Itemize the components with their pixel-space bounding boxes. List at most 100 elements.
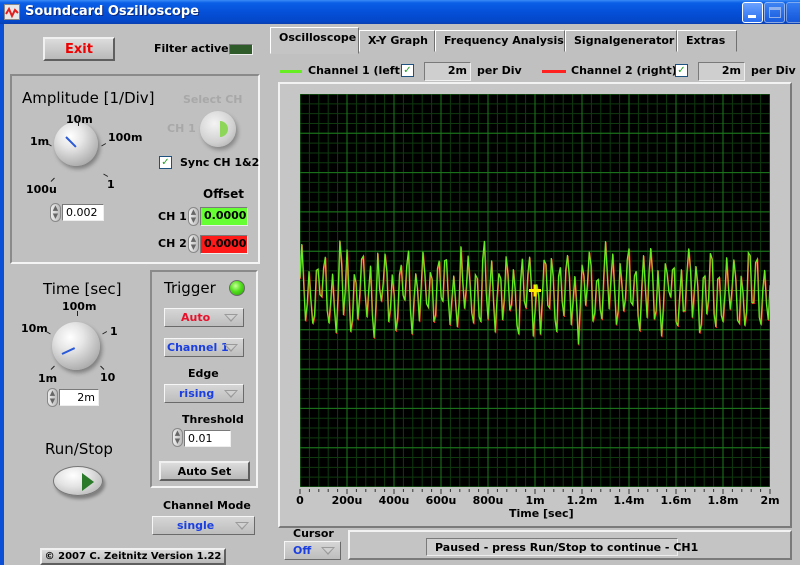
time-label-100m: 100m	[62, 300, 97, 313]
exit-label: Exit	[65, 42, 93, 57]
amplitude-value: 0.002	[66, 206, 98, 219]
tab-frequency-analysis[interactable]: Frequency Analysis	[435, 30, 565, 52]
auto-set-label: Auto Set	[177, 465, 232, 478]
oscilloscope-plot[interactable]	[300, 94, 770, 487]
edge-dropdown[interactable]: rising	[164, 384, 244, 403]
cursor-dropdown[interactable]: Off	[284, 541, 341, 560]
amp-label-100m: 100m	[108, 131, 143, 144]
tab-oscilloscope[interactable]: Oscilloscope	[270, 27, 359, 54]
amplitude-value-field[interactable]: 0.002	[62, 204, 104, 221]
knob-tick	[50, 365, 55, 370]
amp-label-1: 1	[107, 178, 115, 191]
x-tick-label: 400u	[379, 494, 410, 507]
filter-active-led	[229, 44, 253, 55]
amplitude-spinner[interactable]: ▲ ▼	[50, 203, 61, 222]
status-text: Paused - press Run/Stop to continue - CH…	[435, 541, 699, 554]
window-frame	[0, 24, 4, 565]
offset-ch2-field[interactable]: 0.0000	[200, 235, 248, 254]
close-icon	[790, 6, 800, 18]
ch2-per-div-value: 2m	[721, 64, 741, 77]
x-tick-label: 1.8m	[708, 494, 739, 507]
run-stop-label: Run/Stop	[45, 440, 113, 458]
trigger-mode-dropdown[interactable]: Auto	[164, 308, 244, 327]
offset-ch1-value: 0.0000	[204, 209, 247, 222]
x-tick-label: 0	[296, 494, 304, 507]
channel-mode-value: single	[177, 519, 215, 532]
tab-signalgenerator[interactable]: Signalgenerator	[565, 30, 677, 52]
offset-ch2-value: 0.0000	[204, 237, 247, 250]
minimize-button[interactable]	[742, 2, 763, 23]
exit-button[interactable]: Exit	[43, 37, 115, 61]
time-value-field[interactable]: 2m	[59, 389, 99, 406]
knob-tick	[102, 331, 108, 335]
x-axis-label: Time [sec]	[509, 507, 574, 520]
ch2-per-div-field[interactable]: 2m	[698, 62, 745, 81]
time-label-1m: 1m	[38, 372, 58, 385]
chevron-down-icon	[224, 390, 238, 398]
trigger-mode-value: Auto	[181, 311, 211, 324]
knob-pointer	[61, 347, 76, 355]
trigger-title: Trigger	[164, 279, 216, 297]
ch1-per-div-field[interactable]: 2m	[424, 62, 471, 81]
play-icon	[82, 473, 94, 491]
time-spinner[interactable]: ▲ ▼	[47, 388, 58, 407]
knob-tick	[78, 121, 79, 126]
x-tick-label: 1.4m	[614, 494, 645, 507]
knob-pointer	[65, 136, 77, 148]
chevron-down-icon	[224, 344, 238, 352]
offset-ch1-spinner[interactable]: ▲ ▼	[188, 207, 199, 226]
x-tick-label: 1.6m	[661, 494, 692, 507]
tab-extras[interactable]: Extras	[677, 30, 737, 52]
x-tick-label: 800u	[473, 494, 504, 507]
ch1-enable-checkbox[interactable]: ✓	[401, 64, 414, 77]
amplitude-knob[interactable]	[54, 122, 98, 166]
threshold-field[interactable]: 0.01	[184, 430, 231, 447]
auto-set-button[interactable]: Auto Set	[159, 461, 250, 481]
channel-mode-label: Channel Mode	[163, 499, 251, 512]
tab-label: Oscilloscope	[279, 31, 357, 44]
x-tick-label: 200u	[332, 494, 363, 507]
tab-label: Extras	[686, 34, 726, 47]
time-value: 2m	[77, 391, 95, 404]
time-title: Time [sec]	[43, 280, 122, 298]
threshold-spinner[interactable]: ▲ ▼	[172, 428, 183, 447]
x-tick-label: 1m	[525, 494, 544, 507]
status-message: Paused - press Run/Stop to continue - CH…	[426, 538, 698, 556]
offset-ch2-spinner[interactable]: ▲ ▼	[188, 234, 199, 253]
ch1-legend-line	[280, 70, 302, 73]
channel-indicator	[220, 121, 228, 137]
time-label-10m: 10m	[21, 322, 48, 335]
title-bar: Soundcard Oszilloscope	[0, 0, 800, 24]
app-icon	[4, 4, 20, 20]
select-channel-knob[interactable]	[200, 111, 236, 147]
cursor-label: Cursor	[293, 527, 334, 540]
select-ch-title: Select CH	[183, 93, 243, 106]
channel-mode-dropdown[interactable]: single	[152, 516, 255, 535]
edge-value: rising	[179, 387, 215, 400]
x-tick-label: 600u	[426, 494, 457, 507]
cursor-value: Off	[293, 544, 312, 557]
knob-tick	[77, 311, 78, 316]
ch2-enable-checkbox[interactable]: ✓	[675, 64, 688, 77]
threshold-value: 0.01	[188, 432, 213, 445]
chevron-down-icon	[235, 522, 249, 530]
tab-xy-graph[interactable]: X-Y Graph	[359, 30, 435, 52]
chevron-down-icon	[224, 314, 238, 322]
trigger-channel-dropdown[interactable]: Channel 1	[164, 338, 244, 357]
window-title: Soundcard Oszilloscope	[25, 4, 199, 19]
minimize-icon	[748, 15, 756, 18]
maximize-button[interactable]	[764, 2, 785, 23]
sync-label: Sync CH 1&2	[180, 156, 260, 169]
close-button[interactable]	[786, 2, 800, 23]
offset-ch1-field[interactable]: 0.0000	[200, 207, 248, 226]
ch2-label: Channel 2 (right)	[571, 64, 677, 77]
run-stop-button[interactable]	[53, 466, 103, 496]
sync-checkbox[interactable]: ✓	[159, 156, 172, 169]
ch1-per-div-value: 2m	[447, 64, 467, 77]
trigger-led	[229, 280, 245, 296]
time-knob[interactable]	[52, 322, 100, 370]
amp-label-100u: 100u	[26, 183, 57, 196]
copyright-label: © 2007 C. Zeitnitz Version 1.22	[40, 548, 226, 565]
copyright-text: © 2007 C. Zeitnitz Version 1.22	[44, 551, 222, 562]
filter-active-label: Filter active	[154, 42, 229, 55]
